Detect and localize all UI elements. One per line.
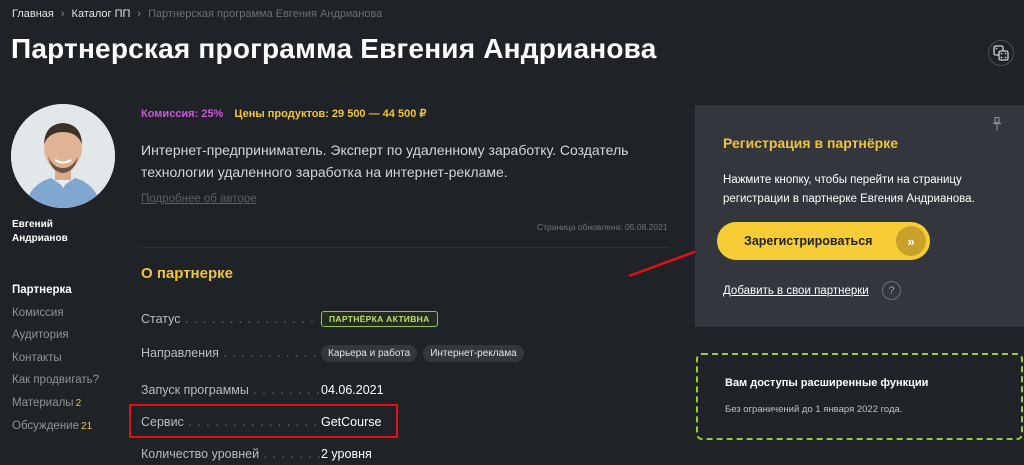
detail-label: Запуск программы: [141, 383, 321, 397]
divider: [141, 247, 671, 248]
materials-count: 2: [75, 397, 82, 409]
detail-row-status: Статус ПАРТНЁРКА АКТИВНА: [141, 309, 561, 329]
detail-label: Количество уровней: [141, 447, 321, 461]
register-button[interactable]: Зарегистрироваться »: [717, 222, 930, 260]
sidebar-item-label: Как продвигать?: [12, 374, 100, 387]
sidebar-item-commission[interactable]: Комиссия: [12, 305, 99, 328]
extended-features-panel: Вам доступы расширенные функции Без огра…: [696, 353, 1023, 440]
annotation-highlight-box: [129, 404, 398, 438]
sidebar-item-materials[interactable]: Материалы 2: [12, 395, 99, 418]
section-title-about-program: О партнерке: [141, 265, 233, 282]
breadcrumb-home[interactable]: Главная: [12, 8, 54, 20]
commission-value: Комиссия: 25%: [141, 108, 224, 120]
author-description: Интернет-предприниматель. Эксперт по уда…: [141, 142, 629, 180]
registration-title: Регистрация в партнёрке: [723, 135, 899, 151]
levels-value: 2 уровня: [321, 447, 372, 461]
sidebar-nav: Партнерка Комиссия Аудитория Контакты Ка…: [12, 282, 99, 440]
sidebar-item-contacts[interactable]: Контакты: [12, 350, 99, 373]
sidebar-item-audience[interactable]: Аудитория: [12, 327, 99, 350]
breadcrumb-catalog[interactable]: Каталог ПП: [72, 8, 131, 20]
sidebar-item-label: Комиссия: [12, 306, 64, 319]
register-button-label: Зарегистрироваться: [744, 234, 873, 248]
page-title: Партнерская программа Евгения Андрианова: [11, 33, 657, 64]
registration-panel: Регистрация в партнёрке Нажмите кнопку, …: [695, 105, 1024, 327]
question-icon[interactable]: ?: [882, 281, 901, 300]
detail-row-launch: Запуск программы 04.06.2021: [141, 380, 561, 400]
program-stats: Комиссия: 25% Цены продуктов: 29 500 — 4…: [141, 107, 426, 120]
breadcrumb-current: Партнерская программа Евгения Андрианова: [148, 8, 383, 20]
breadcrumb-separator: ›: [137, 8, 142, 20]
author-name: Евгений Андрианов: [12, 218, 112, 246]
author-avatar: [11, 104, 115, 208]
extended-features-description: Без ограничений до 1 января 2022 года.: [725, 404, 903, 415]
page-updated-date: Страница обновлена: 05.08.2021: [537, 222, 668, 232]
add-to-my-programs-link[interactable]: Добавить в свои партнерки: [723, 285, 869, 297]
launch-date: 04.06.2021: [321, 383, 384, 397]
breadcrumb: Главная › Каталог ПП › Партнерская прогр…: [12, 8, 382, 20]
detail-label: Направления: [141, 346, 321, 360]
product-prices: Цены продуктов: 29 500 — 44 500 ₽: [234, 108, 427, 120]
sidebar-item-partnerka[interactable]: Партнерка: [12, 282, 99, 305]
detail-label: Статус: [141, 312, 321, 326]
random-button[interactable]: [988, 40, 1014, 66]
breadcrumb-separator: ›: [60, 8, 65, 20]
detail-row-levels: Количество уровней 2 уровня: [141, 444, 561, 464]
sidebar-item-label: Аудитория: [12, 329, 69, 342]
double-chevron-right-icon: »: [896, 226, 926, 256]
dice-icon: [993, 45, 1009, 61]
direction-tag[interactable]: Интернет-реклама: [423, 344, 524, 362]
status-badge: ПАРТНЁРКА АКТИВНА: [321, 311, 438, 327]
sidebar-item-discussion[interactable]: Обсуждение 21: [12, 418, 99, 441]
direction-tag[interactable]: Карьера и работа: [321, 344, 418, 362]
sidebar-item-label: Обсуждение: [12, 419, 80, 432]
sidebar-item-label: Партнерка: [12, 284, 72, 296]
detail-row-directions: Направления Карьера и работа Интернет-ре…: [141, 343, 561, 363]
pin-icon[interactable]: [992, 117, 1002, 131]
author-more-link[interactable]: Подробнее об авторе: [141, 193, 257, 205]
registration-description: Нажмите кнопку, чтобы перейти на страниц…: [723, 174, 975, 205]
extended-features-title: Вам доступы расширенные функции: [725, 377, 929, 389]
discussion-count: 21: [81, 420, 93, 432]
author-last-name: Андрианов: [12, 233, 68, 244]
sidebar-item-label: Материалы: [12, 396, 74, 409]
sidebar-item-promotion[interactable]: Как продвигать?: [12, 372, 99, 395]
sidebar-item-label: Контакты: [12, 351, 62, 364]
author-first-name: Евгений: [12, 219, 53, 230]
